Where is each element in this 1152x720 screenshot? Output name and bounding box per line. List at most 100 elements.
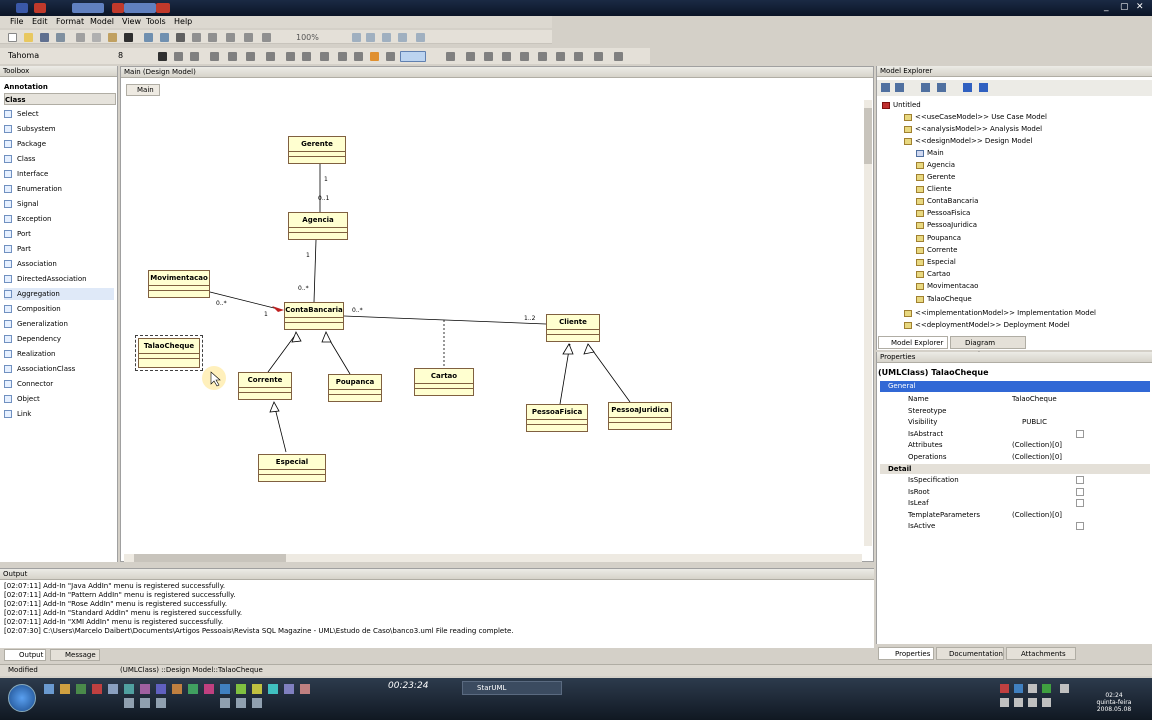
quicklaunch-icon[interactable] — [300, 684, 310, 694]
prop-templateparameters-value[interactable]: (Collection)[0] — [1012, 511, 1062, 519]
quicklaunch-icon[interactable] — [220, 698, 230, 708]
sort-type-icon[interactable] — [895, 83, 904, 92]
multiplicity-label: 1 — [324, 176, 328, 183]
class-especial[interactable]: Especial — [258, 454, 326, 482]
tree-item[interactable]: Poupanca — [916, 234, 961, 242]
diagram-hscroll-thumb[interactable] — [134, 554, 286, 562]
prop-isactive-label: IsActive — [908, 522, 936, 530]
group-detail[interactable]: Detail — [880, 464, 1150, 474]
class-corrente[interactable]: Corrente — [238, 372, 292, 400]
class-agencia[interactable]: Agencia — [288, 212, 348, 240]
quicklaunch-icon[interactable] — [60, 684, 70, 694]
prop-isleaf-checkbox[interactable] — [1076, 499, 1084, 507]
quicklaunch-icon[interactable] — [236, 698, 246, 708]
tab-model-explorer[interactable]: Model Explorer — [878, 336, 948, 349]
tree-item[interactable]: ContaBancaria — [916, 197, 978, 205]
quicklaunch-icon[interactable] — [220, 684, 230, 694]
class-name: Corrente — [239, 373, 291, 388]
class-name: Movimentacao — [149, 271, 209, 286]
move-up-icon[interactable] — [963, 83, 972, 92]
class-pessoajuridica[interactable]: PessoaJuridica — [608, 402, 672, 430]
prop-isactive-checkbox[interactable] — [1076, 522, 1084, 530]
tree-item[interactable]: <<implementationModel>> Implementation M… — [904, 309, 1096, 317]
tab-documentation[interactable]: Documentation — [936, 647, 1004, 660]
tree-item[interactable]: TalaoCheque — [916, 295, 972, 303]
prop-visibility-value[interactable]: PUBLIC — [1022, 418, 1047, 426]
tray-icon[interactable] — [1028, 698, 1037, 707]
tab-message[interactable]: Message — [50, 649, 100, 661]
tree-item[interactable]: PessoaJuridica — [916, 221, 977, 229]
prop-isabstract-checkbox[interactable] — [1076, 430, 1084, 438]
diagram-vscroll-thumb[interactable] — [864, 108, 872, 164]
quicklaunch-icon[interactable] — [156, 684, 166, 694]
quicklaunch-icon[interactable] — [76, 684, 86, 694]
system-clock[interactable]: 02:24 quinta-feira 2008.05.08 — [1084, 692, 1144, 713]
class-cliente[interactable]: Cliente — [546, 314, 600, 342]
tab-diagram-explorer[interactable]: Diagram Explorer — [950, 336, 1026, 359]
move-down-icon[interactable] — [979, 83, 988, 92]
quicklaunch-icon[interactable] — [124, 698, 134, 708]
tree-item[interactable]: Cliente — [916, 185, 952, 193]
class-movimentacao[interactable]: Movimentacao — [148, 270, 210, 298]
prop-name-value[interactable]: TalaoCheque — [1012, 395, 1057, 403]
quicklaunch-icon[interactable] — [140, 698, 150, 708]
tree-item[interactable]: Main — [916, 149, 944, 157]
tab-output[interactable]: Output — [4, 649, 46, 661]
class-pessoafisica[interactable]: PessoaFisica — [526, 404, 588, 432]
tray-icon[interactable] — [1000, 698, 1009, 707]
class-poupanca[interactable]: Poupanca — [328, 374, 382, 402]
class-contabancaria[interactable]: ContaBancaria — [284, 302, 344, 330]
tray-icon[interactable] — [1014, 684, 1023, 693]
prop-attributes-value[interactable]: (Collection)[0] — [1012, 441, 1062, 449]
quicklaunch-icon[interactable] — [172, 684, 182, 694]
taskbar-app-staruml[interactable]: StarUML — [462, 681, 562, 695]
clock-time: 02:24 — [1105, 692, 1123, 699]
tree-item[interactable]: Corrente — [916, 246, 957, 254]
prop-operations-value[interactable]: (Collection)[0] — [1012, 453, 1062, 461]
quicklaunch-icon[interactable] — [252, 684, 262, 694]
tree-item[interactable]: Especial — [916, 258, 956, 266]
quicklaunch-icon[interactable] — [92, 684, 102, 694]
tray-icon[interactable] — [1014, 698, 1023, 707]
filter-icon[interactable] — [921, 83, 930, 92]
class-gerente[interactable]: Gerente — [288, 136, 346, 164]
tab-properties[interactable]: Properties — [878, 647, 934, 660]
quicklaunch-icon[interactable] — [124, 684, 134, 694]
tray-icon[interactable] — [1060, 684, 1069, 693]
tray-icon[interactable] — [1042, 698, 1051, 707]
tray-icon[interactable] — [1028, 684, 1037, 693]
tree-root[interactable]: Untitled — [882, 101, 921, 109]
quicklaunch-icon[interactable] — [140, 684, 150, 694]
start-button[interactable] — [8, 684, 36, 712]
tree-item[interactable]: <<deploymentModel>> Deployment Model — [904, 321, 1070, 329]
tree-item[interactable]: <<analysisModel>> Analysis Model — [904, 125, 1042, 133]
tree-item[interactable]: Gerente — [916, 173, 955, 181]
quicklaunch-icon[interactable] — [252, 698, 262, 708]
prop-isroot-checkbox[interactable] — [1076, 488, 1084, 496]
class-talaocheque[interactable]: TalaoCheque — [135, 335, 203, 371]
tray-icon[interactable] — [1000, 684, 1009, 693]
prop-isspecification-checkbox[interactable] — [1076, 476, 1084, 484]
tree-item[interactable]: <<designModel>> Design Model — [904, 137, 1032, 145]
tree-item[interactable]: Agencia — [916, 161, 955, 169]
tree-item[interactable]: PessoaFisica — [916, 209, 970, 217]
class-cartao[interactable]: Cartao — [414, 368, 474, 396]
diagram-vscroll[interactable] — [864, 100, 872, 546]
quicklaunch-icon[interactable] — [108, 684, 118, 694]
tree-item[interactable]: Movimentacao — [916, 282, 978, 290]
quicklaunch-icon[interactable] — [268, 684, 278, 694]
quicklaunch-icon[interactable] — [44, 684, 54, 694]
group-general[interactable]: General — [880, 381, 1150, 392]
log-line: [02:07:11] Add-In "Pattern AddIn" menu i… — [4, 591, 236, 599]
tab-attachments[interactable]: Attachments — [1006, 647, 1076, 660]
quicklaunch-icon[interactable] — [156, 698, 166, 708]
tray-icon[interactable] — [1042, 684, 1051, 693]
quicklaunch-icon[interactable] — [188, 684, 198, 694]
quicklaunch-icon[interactable] — [284, 684, 294, 694]
tree-item[interactable]: <<useCaseModel>> Use Case Model — [904, 113, 1047, 121]
tree-item[interactable]: Cartao — [916, 270, 950, 278]
new-element-icon[interactable] — [937, 83, 946, 92]
sort-icon[interactable] — [881, 83, 890, 92]
quicklaunch-icon[interactable] — [204, 684, 214, 694]
quicklaunch-icon[interactable] — [236, 684, 246, 694]
